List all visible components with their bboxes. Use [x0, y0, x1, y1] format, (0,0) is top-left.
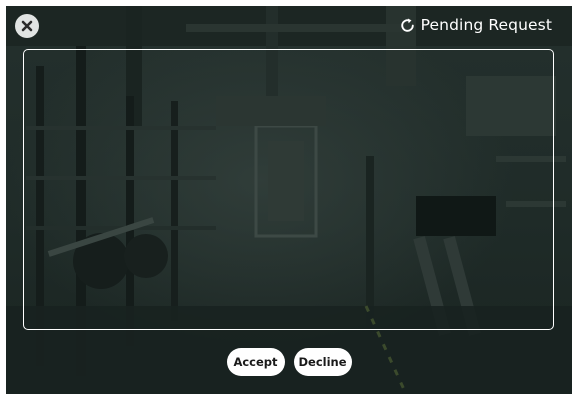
refresh-icon	[400, 18, 414, 32]
accept-button[interactable]: Accept	[226, 348, 285, 376]
action-buttons: Accept Decline	[6, 348, 572, 376]
decline-button[interactable]: Decline	[293, 348, 352, 376]
close-button[interactable]	[15, 14, 39, 38]
video-preview-frame	[23, 49, 554, 330]
request-status: Pending Request	[399, 14, 552, 36]
status-label: Pending Request	[420, 16, 552, 34]
request-modal: Pending Request Accept Decline	[6, 6, 572, 394]
close-icon	[21, 20, 33, 32]
